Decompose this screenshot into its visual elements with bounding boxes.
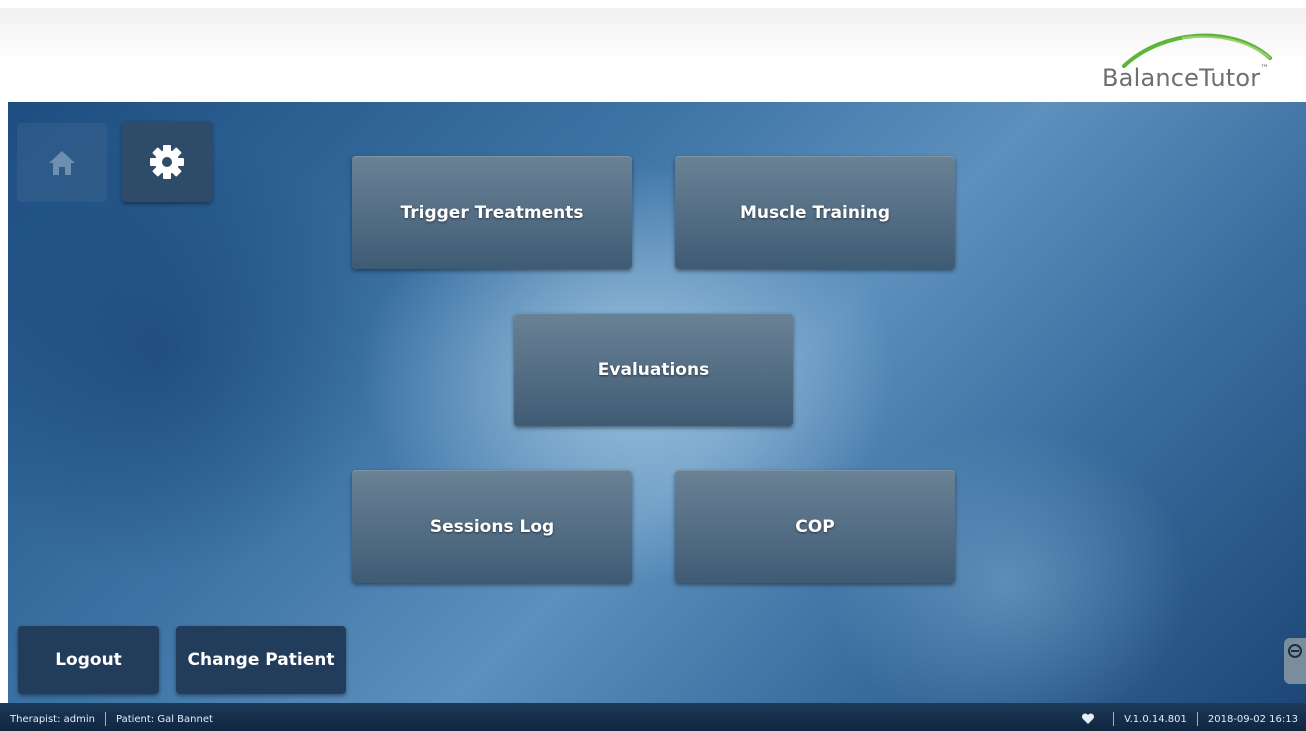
- status-divider: [1196, 712, 1198, 726]
- evaluations-button[interactable]: Evaluations: [514, 313, 793, 426]
- settings-button[interactable]: [122, 121, 212, 202]
- heart-icon: [1082, 713, 1095, 724]
- status-divider: [1113, 712, 1115, 726]
- trigger-treatments-button[interactable]: Trigger Treatments: [352, 156, 632, 269]
- status-bar: Therapist: admin Patient: Gal Bannet V.1…: [0, 703, 1306, 731]
- collapse-icon: [1288, 644, 1302, 658]
- app-header: BalanceTutor ™: [0, 0, 1306, 102]
- trigger-treatments-label: Trigger Treatments: [400, 202, 584, 223]
- change-patient-label: Change Patient: [187, 650, 335, 670]
- logout-label: Logout: [55, 650, 122, 670]
- status-right: V.1.0.14.801 2018-09-02 16:13: [1081, 712, 1298, 726]
- datetime-label: 2018-09-02 16:13: [1207, 713, 1298, 725]
- cop-button[interactable]: COP: [675, 470, 955, 583]
- logout-button[interactable]: Logout: [18, 626, 159, 694]
- muscle-training-label: Muscle Training: [739, 202, 891, 223]
- evaluations-label: Evaluations: [597, 359, 710, 380]
- side-panel-tab[interactable]: [1284, 638, 1306, 684]
- sessions-log-label: Sessions Log: [429, 516, 555, 537]
- status-divider: [104, 712, 106, 726]
- home-button[interactable]: [17, 123, 107, 202]
- sessions-log-button[interactable]: Sessions Log: [352, 470, 632, 583]
- patient-label: Patient: Gal Bannet: [115, 713, 213, 725]
- main-panel: Trigger Treatments Muscle Training Evalu…: [8, 102, 1306, 703]
- home-icon: [49, 150, 75, 175]
- version-label: V.1.0.14.801: [1124, 713, 1187, 725]
- muscle-training-button[interactable]: Muscle Training: [675, 156, 955, 269]
- therapist-label: Therapist: admin: [10, 713, 95, 725]
- status-left: Therapist: admin Patient: Gal Bannet: [10, 712, 213, 726]
- balancetutor-logo: BalanceTutor ™: [1082, 28, 1292, 100]
- logo-text: BalanceTutor: [1102, 64, 1261, 92]
- cop-label: COP: [795, 516, 835, 537]
- logo-trademark: ™: [1260, 64, 1269, 74]
- logo-arc: [1122, 33, 1272, 68]
- gear-icon: [150, 144, 184, 179]
- change-patient-button[interactable]: Change Patient: [176, 626, 346, 694]
